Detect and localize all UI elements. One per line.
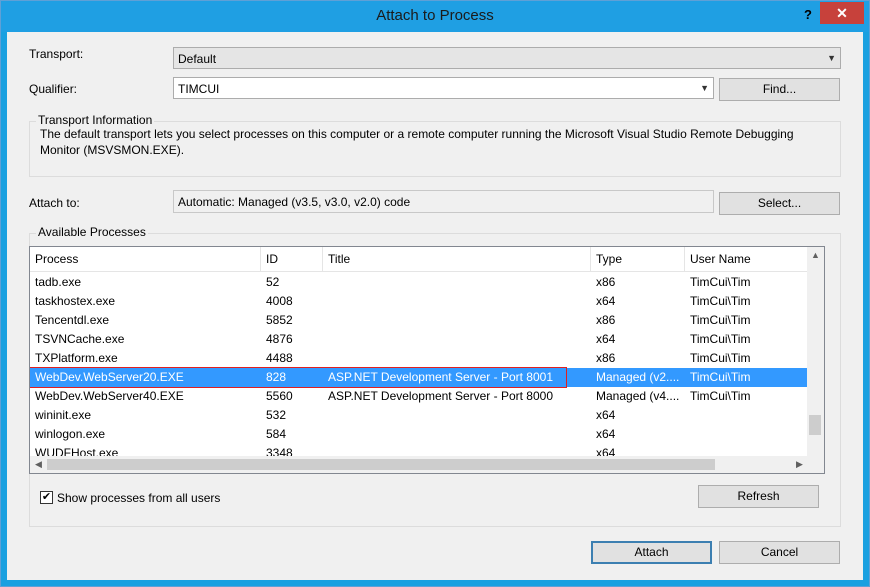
cell-type: Managed (v4.... [596, 389, 680, 403]
table-row[interactable]: tadb.exe 52 x86 TimCui\Tim [30, 273, 808, 292]
cell-type: x64 [596, 332, 616, 346]
dialog-body: Transport: Default ▼ Qualifier: TIMCUI ▼… [7, 32, 863, 580]
cell-process: wininit.exe [35, 408, 92, 422]
cell-process: Tencentdl.exe [35, 313, 110, 327]
cell-title [323, 292, 591, 311]
title-bar: Attach to Process ? ✕ [1, 1, 869, 32]
qualifier-combobox[interactable]: TIMCUI ▼ [173, 77, 714, 99]
transport-value: Default [178, 52, 217, 66]
cell-title [323, 425, 591, 444]
chevron-down-icon: ▼ [827, 53, 836, 63]
cell-title [323, 406, 591, 425]
cell-id: 4008 [266, 294, 293, 308]
cell-process: WebDev.WebServer20.EXE [35, 370, 184, 384]
cell-id: 4488 [266, 351, 293, 365]
scroll-left-icon[interactable]: ◀ [30, 456, 47, 473]
table-row[interactable]: WebDev.WebServer40.EXE 5560 ASP.NET Develo… [30, 387, 808, 406]
table-row-selected[interactable]: WebDev.WebServer20.EXE 828 ASP.NET Develop… [30, 368, 808, 387]
cell-type: x86 [596, 275, 616, 289]
cell-title: ASP.NET Development Server - Port 8001 [328, 370, 553, 384]
cell-process: taskhostex.exe [35, 294, 116, 308]
transport-label: Transport: [29, 47, 84, 61]
cell-id: 5560 [266, 389, 293, 403]
cell-user-name [685, 425, 808, 444]
cell-process: WebDev.WebServer40.EXE [35, 389, 184, 403]
table-row[interactable]: TXPlatform.exe 4488 x86 TimCui\Tim [30, 349, 808, 368]
cell-title: ASP.NET Development Server - Port 8000 [328, 389, 553, 403]
scroll-right-icon[interactable]: ▶ [791, 456, 808, 473]
cell-id: 532 [266, 408, 287, 422]
attach-to-label: Attach to: [29, 196, 80, 210]
cell-user-name: TimCui\Tim [690, 370, 751, 384]
cell-id: 52 [266, 275, 280, 289]
dialog-title: Attach to Process [376, 7, 494, 24]
cell-type: x64 [596, 427, 616, 441]
show-all-users-label[interactable]: Show processes from all users [57, 491, 220, 505]
column-header-process[interactable]: Process [30, 247, 261, 271]
cell-user-name: TimCui\Tim [690, 275, 751, 289]
horizontal-scrollbar[interactable]: ◀ ▶ [30, 456, 808, 473]
cell-id: 584 [266, 427, 287, 441]
table-row[interactable]: taskhostex.exe 4008 x64 TimCui\Tim [30, 292, 808, 311]
column-header-title[interactable]: Title [323, 247, 591, 271]
cell-user-name: TimCui\Tim [690, 313, 751, 327]
check-icon: ✔ [41, 491, 52, 503]
transport-information-text: The default transport lets you select pr… [40, 127, 794, 157]
find-button[interactable]: Find... [719, 78, 840, 101]
attach-to-field: Automatic: Managed (v3.5, v3.0, v2.0) co… [173, 190, 714, 213]
cell-user-name [685, 406, 808, 425]
cell-title [323, 311, 591, 330]
vertical-scroll-thumb[interactable] [809, 415, 821, 435]
transport-information-group: Transport Information The default transp… [29, 113, 841, 177]
scrollbar-corner [807, 456, 824, 473]
cell-user-name: TimCui\Tim [690, 332, 751, 346]
transport-information-title: Transport Information [36, 113, 155, 127]
cell-id: 4876 [266, 332, 293, 346]
cell-title [323, 349, 591, 368]
table-row[interactable]: wininit.exe 532 x64 [30, 406, 808, 425]
cell-process: winlogon.exe [35, 427, 106, 441]
help-button[interactable]: ? [797, 5, 819, 25]
cell-type: x64 [596, 408, 616, 422]
cell-process: TXPlatform.exe [35, 351, 118, 365]
cell-type: x86 [596, 351, 616, 365]
select-button[interactable]: Select... [719, 192, 840, 215]
chevron-down-icon: ▼ [700, 83, 709, 93]
qualifier-label: Qualifier: [29, 82, 78, 96]
cell-user-name: TimCui\Tim [690, 389, 751, 403]
show-all-users-checkbox[interactable]: ✔ [40, 491, 53, 504]
process-list-header: Process ID Title Type User Name [30, 247, 808, 272]
cell-type: x86 [596, 313, 616, 327]
table-row[interactable]: TSVNCache.exe 4876 x64 TimCui\Tim [30, 330, 808, 349]
cell-user-name: TimCui\Tim [690, 294, 751, 308]
table-row[interactable]: winlogon.exe 584 x64 [30, 425, 808, 444]
table-row[interactable]: Tencentdl.exe 5852 x86 TimCui\Tim [30, 311, 808, 330]
cell-title [323, 273, 591, 292]
process-list[interactable]: Process ID Title Type User Name tadb.exe… [29, 246, 825, 474]
cell-id: 828 [266, 370, 287, 384]
refresh-button[interactable]: Refresh [698, 485, 819, 508]
attach-button[interactable]: Attach [591, 541, 712, 564]
close-button[interactable]: ✕ [820, 2, 864, 24]
cancel-button[interactable]: Cancel [719, 541, 840, 564]
cell-process: tadb.exe [35, 275, 82, 289]
cell-process: TSVNCache.exe [35, 332, 125, 346]
column-header-user-name[interactable]: User Name [685, 247, 808, 271]
column-header-type[interactable]: Type [591, 247, 685, 271]
scroll-up-icon[interactable]: ▲ [807, 247, 824, 264]
vertical-scrollbar[interactable]: ▲ [807, 247, 824, 457]
cell-user-name: TimCui\Tim [690, 351, 751, 365]
attach-to-process-dialog: Attach to Process ? ✕ Transport: Default… [0, 0, 870, 587]
cell-type: Managed (v2.... [596, 370, 680, 384]
transport-dropdown[interactable]: Default ▼ [173, 47, 841, 69]
horizontal-scroll-thumb[interactable] [47, 459, 715, 470]
cell-title [323, 330, 591, 349]
cell-type: x64 [596, 294, 616, 308]
cell-id: 5852 [266, 313, 293, 327]
column-header-id[interactable]: ID [261, 247, 323, 271]
available-processes-title: Available Processes [36, 225, 148, 239]
qualifier-value: TIMCUI [178, 82, 220, 96]
attach-to-value: Automatic: Managed (v3.5, v3.0, v2.0) co… [178, 195, 411, 209]
